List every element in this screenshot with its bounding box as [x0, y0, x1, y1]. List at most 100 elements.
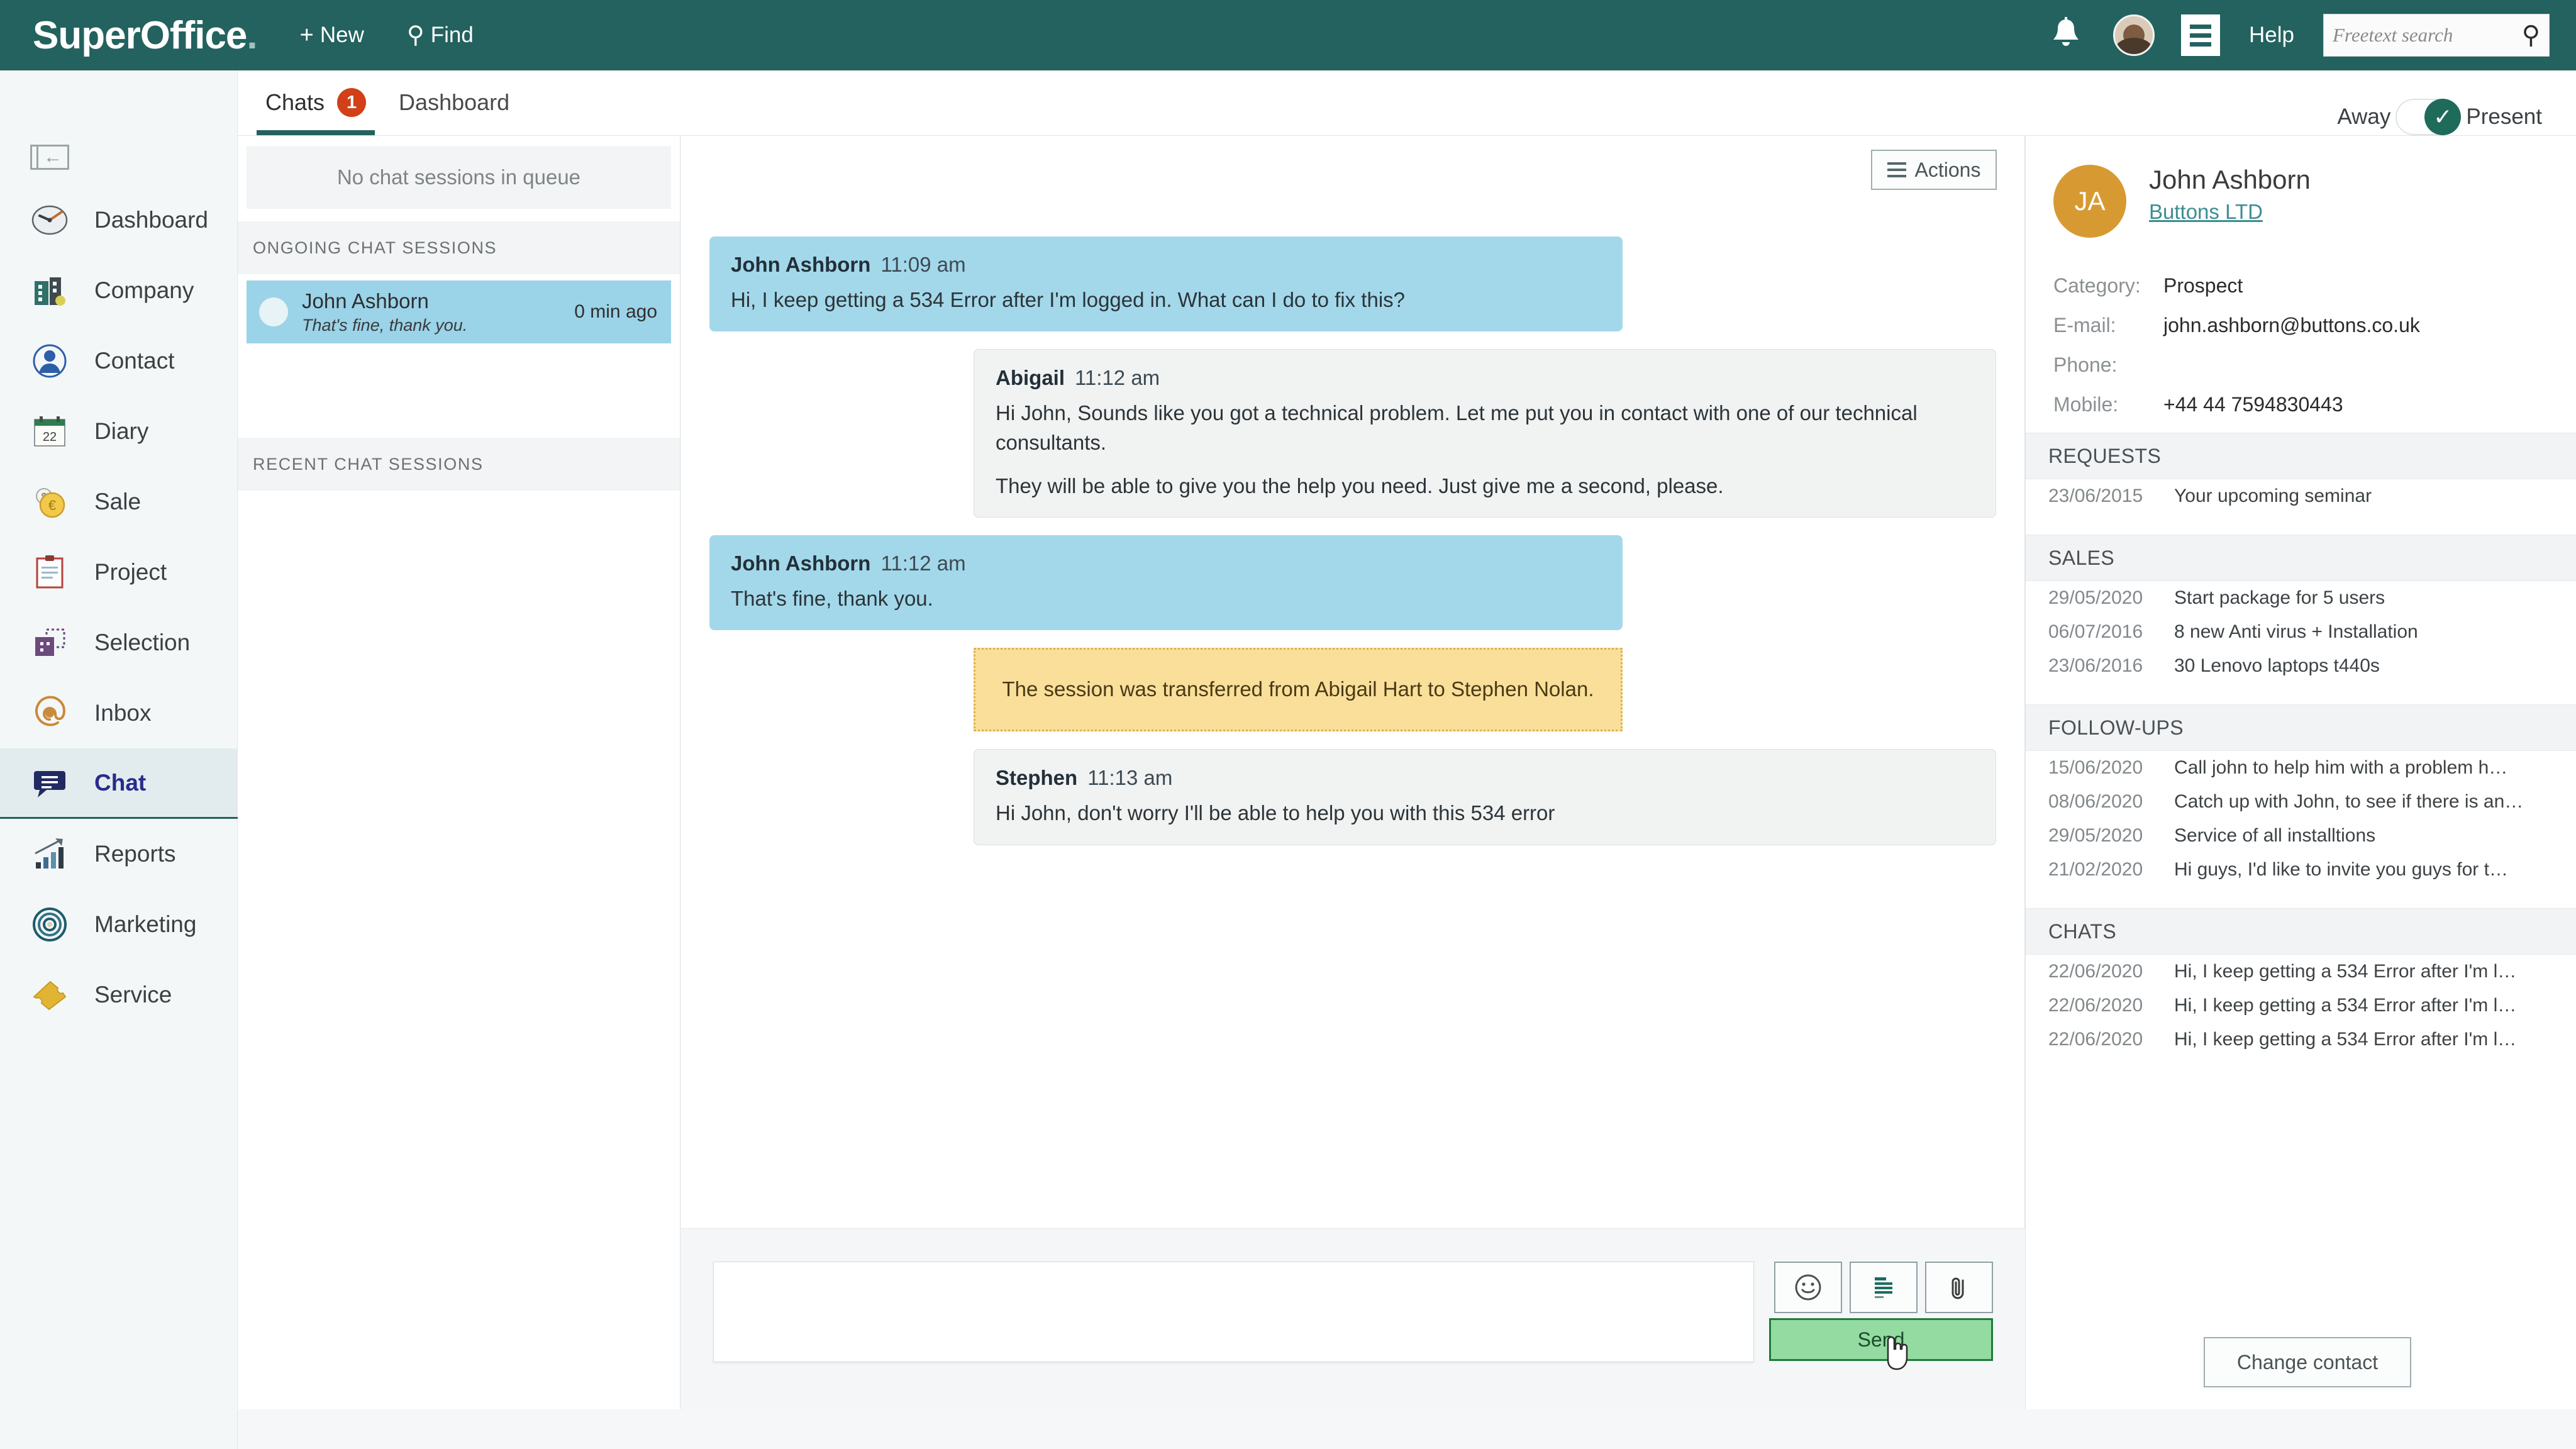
message-input[interactable] — [713, 1262, 1754, 1362]
sidebar-item-project[interactable]: Project — [0, 537, 238, 608]
recent-sessions-header: RECENT CHAT SESSIONS — [238, 438, 680, 491]
row-text: Hi, I keep getting a 534 Error after I'm… — [2174, 961, 2516, 982]
list-icon[interactable] — [2181, 14, 2220, 56]
sidebar-item-label: Project — [94, 559, 167, 586]
check-circle-icon: ✓ — [2424, 99, 2461, 135]
message-time: 11:12 am — [1075, 366, 1160, 389]
message-time: 11:12 am — [880, 552, 965, 575]
row-text: Hi guys, I'd like to invite you guys for… — [2174, 859, 2508, 880]
contact-field: E-mail:john.ashborn@buttons.co.uk — [2053, 314, 2576, 337]
calendar-icon-wrap: 22 — [30, 412, 69, 451]
selection-icon — [30, 623, 69, 662]
message-line: That's fine, thank you. — [731, 584, 1601, 614]
coin-icon: $€ — [30, 482, 69, 521]
table-row[interactable]: 23/06/2015Your upcoming seminar — [2026, 479, 2576, 513]
bell-icon — [2050, 17, 2082, 53]
hamburger-icon — [1887, 162, 1906, 177]
send-button[interactable]: Send — [1769, 1318, 1993, 1361]
message-body: That's fine, thank you. — [731, 584, 1601, 614]
find-button[interactable]: ⚲ Find — [407, 23, 474, 48]
new-button[interactable]: + New — [300, 23, 364, 48]
row-date: 22/06/2020 — [2048, 961, 2174, 982]
sidebar-item-dashboard[interactable]: Dashboard — [0, 185, 238, 255]
app-header: SuperOffice. + New ⚲ Find Help Freetext … — [0, 0, 2576, 70]
row-text: Start package for 5 users — [2174, 587, 2385, 609]
chat-session-list: No chat sessions in queue ONGOING CHAT S… — [238, 136, 680, 1409]
sidebar-item-inbox[interactable]: Inbox — [0, 678, 238, 748]
tab-dashboard[interactable]: Dashboard — [382, 70, 526, 135]
sidebar-item-chat[interactable]: Chat — [0, 748, 238, 819]
attachment-button[interactable] — [1925, 1262, 1993, 1313]
message-list: John Ashborn11:09 am Hi, I keep getting a… — [681, 236, 2025, 863]
table-row[interactable]: 22/06/2020Hi, I keep getting a 534 Error… — [2026, 989, 2576, 1023]
presence-dot-icon — [259, 297, 288, 326]
list-item[interactable]: John Ashborn That's fine, thank you. 0 m… — [247, 280, 671, 343]
tab-chats[interactable]: Chats 1 — [249, 70, 382, 135]
message-line: The session was transferred from Abigail… — [997, 675, 1599, 704]
sidebar-item-contact[interactable]: Contact — [0, 326, 238, 396]
row-text: 8 new Anti virus + Installation — [2174, 621, 2418, 643]
table-row[interactable]: 21/02/2020Hi guys, I'd like to invite yo… — [2026, 853, 2576, 887]
sidebar-item-marketing[interactable]: Marketing — [0, 889, 238, 960]
message-time: 11:13 am — [1087, 766, 1172, 789]
sidebar-item-label: Diary — [94, 418, 148, 445]
notifications-button[interactable] — [2044, 13, 2088, 57]
message-header: John Ashborn11:12 am — [731, 552, 1601, 575]
table-row[interactable]: 22/06/2020Hi, I keep getting a 534 Error… — [2026, 1023, 2576, 1057]
template-button[interactable] — [1850, 1262, 1918, 1313]
system-note: The session was transferred from Abigail… — [974, 648, 1623, 731]
sidebar-item-label: Reports — [94, 841, 176, 867]
contact-field-label: Mobile: — [2053, 393, 2163, 416]
contact-fields: Category:Prospect E-mail:john.ashborn@but… — [2053, 274, 2576, 416]
table-row[interactable]: 29/05/2020Service of all installtions — [2026, 819, 2576, 853]
search-input[interactable]: Freetext search ⚲ — [2323, 14, 2550, 57]
contact-company-link[interactable]: Buttons LTD — [2149, 200, 2311, 224]
sidebar-item-selection[interactable]: Selection — [0, 608, 238, 678]
sidebar-item-company[interactable]: Company — [0, 255, 238, 326]
table-row[interactable]: 15/06/2020Call john to help him with a p… — [2026, 751, 2576, 785]
coin-icon-wrap: $€ — [30, 482, 69, 521]
presence-toggle[interactable]: ✓ — [2396, 99, 2461, 135]
row-text: Service of all installtions — [2174, 825, 2375, 847]
collapse-panel-icon[interactable]: ← — [30, 145, 69, 170]
sidebar-item-diary[interactable]: 22 Diary — [0, 396, 238, 467]
emoji-button[interactable] — [1774, 1262, 1842, 1313]
presence-away-label: Away — [2337, 104, 2390, 130]
brand-logo[interactable]: SuperOffice. — [33, 13, 257, 58]
sidebar-item-label: Selection — [94, 630, 190, 656]
section-header-chats: CHATS — [2026, 908, 2576, 955]
spacer — [681, 331, 2025, 349]
at-sign-icon-wrap — [30, 694, 69, 733]
sidebar-item-sale[interactable]: $€Sale — [0, 467, 238, 537]
table-row[interactable]: 29/05/2020Start package for 5 users — [2026, 581, 2576, 615]
row-date: 08/06/2020 — [2048, 791, 2174, 813]
table-row[interactable]: 22/06/2020Hi, I keep getting a 534 Error… — [2026, 955, 2576, 989]
contact-sections: REQUESTS23/06/2015Your upcoming seminarS… — [2026, 433, 2576, 1078]
change-contact-button[interactable]: Change contact — [2204, 1337, 2411, 1387]
avatar[interactable] — [2113, 14, 2155, 56]
new-button-label: New — [320, 23, 364, 48]
sidebar-item-service[interactable]: Service — [0, 960, 238, 1030]
spacer — [2026, 887, 2576, 908]
row-text: 30 Lenovo laptops t440s — [2174, 655, 2380, 677]
actions-button[interactable]: Actions — [1871, 150, 1997, 190]
table-row[interactable]: 08/06/2020Catch up with John, to see if … — [2026, 785, 2576, 819]
contact-field: Category:Prospect — [2053, 274, 2576, 297]
tab-chats-label: Chats — [265, 89, 325, 116]
svg-text:€: € — [48, 497, 56, 513]
message-header: John Ashborn11:09 am — [731, 253, 1601, 277]
section-header-sales: SALES — [2026, 535, 2576, 581]
sidebar: ← Dashboard Company Contact 22 Diary $€Sale Pr… — [0, 70, 238, 1449]
help-link[interactable]: Help — [2249, 23, 2294, 48]
table-row[interactable]: 23/06/201630 Lenovo laptops t440s — [2026, 649, 2576, 683]
table-row[interactable]: 06/07/20168 new Anti virus + Installatio… — [2026, 615, 2576, 649]
search-icon[interactable]: ⚲ — [2522, 23, 2540, 48]
sidebar-item-reports[interactable]: Reports — [0, 819, 238, 889]
message-body: Hi, I keep getting a 534 Error after I'm… — [731, 286, 1601, 315]
spacer — [2026, 513, 2576, 535]
sidebar-item-label: Company — [94, 277, 194, 304]
contact-field: Mobile:+44 44 7594830443 — [2053, 393, 2576, 416]
status-badge: 1 — [337, 88, 366, 117]
target-icon — [30, 905, 69, 944]
message-line: Hi, I keep getting a 534 Error after I'm… — [731, 286, 1601, 315]
